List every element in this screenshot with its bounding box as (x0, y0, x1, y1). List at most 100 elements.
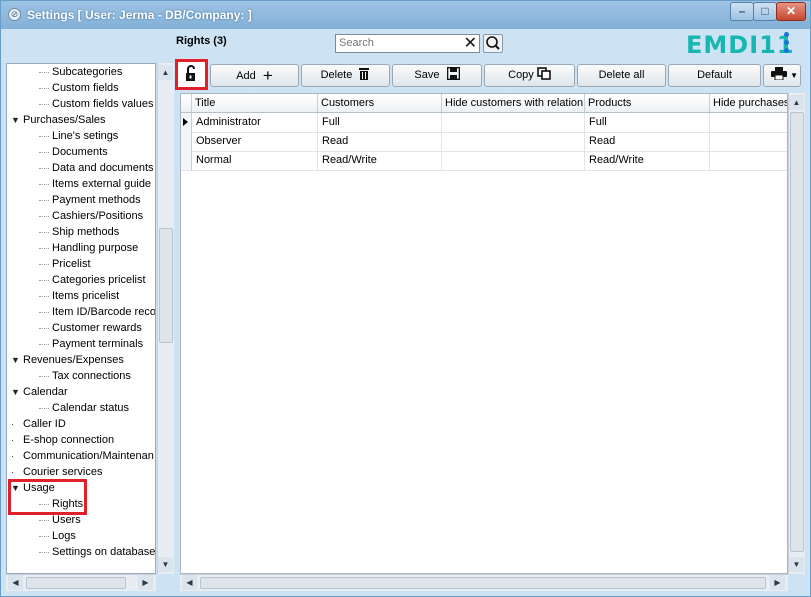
tree-item[interactable]: Pricelist (39, 256, 91, 272)
cell-customers[interactable]: Read (318, 132, 442, 151)
tree-item[interactable]: · Communication/Maintenan (11, 448, 154, 464)
title-bar[interactable]: ⊘ Settings [ User: Jerma - DB/Company: ]… (1, 1, 810, 29)
tree-item[interactable]: Customer rewards (39, 320, 142, 336)
tree-item[interactable]: · E-shop connection (11, 432, 114, 448)
tree-item[interactable]: Data and documents c (39, 160, 155, 176)
tree-scroll-thumb[interactable] (159, 228, 173, 343)
expand-chevron-icon[interactable]: ▼ (11, 384, 23, 400)
print-button[interactable]: ▼ (763, 64, 801, 87)
tree-item[interactable]: Settings on database (39, 544, 155, 560)
more-options-icon[interactable] (784, 32, 790, 56)
tree-horizontal-scrollbar[interactable]: ◀ ▶ (6, 574, 156, 591)
delete-all-button[interactable]: Delete all (577, 64, 666, 87)
cell-title[interactable]: Observer (192, 132, 318, 151)
scroll-up-arrow-icon[interactable]: ▲ (789, 95, 804, 110)
scroll-down-arrow-icon[interactable]: ▼ (158, 557, 173, 572)
save-button[interactable]: Save (392, 64, 482, 87)
copy-button[interactable]: Copy (484, 64, 575, 87)
tree-item[interactable]: ▼ Calendar (11, 384, 68, 400)
column-header-customers[interactable]: Customers (318, 94, 442, 112)
scroll-left-arrow-icon[interactable]: ◀ (8, 575, 23, 590)
cell-customers[interactable]: Read/Write (318, 151, 442, 170)
tree-item[interactable]: Handling purpose (39, 240, 138, 256)
row-selector[interactable] (181, 132, 192, 151)
tree-item[interactable]: Custom fields values (39, 96, 154, 112)
column-header-hide-purchases[interactable]: Hide purchases (710, 94, 787, 112)
cell-hide-purchases[interactable] (710, 151, 787, 170)
table-row[interactable]: Administrator Full Full (181, 113, 787, 133)
tree-item[interactable]: Line's setings (39, 128, 118, 144)
search-button[interactable] (483, 34, 503, 53)
column-header-hide-customers[interactable]: Hide customers with relation (442, 94, 585, 112)
cell-hide-customers[interactable] (442, 151, 585, 170)
row-selector[interactable] (181, 151, 192, 170)
tree-item[interactable]: Payment methods (39, 192, 141, 208)
tree-item[interactable]: Items pricelist (39, 288, 119, 304)
scroll-down-arrow-icon[interactable]: ▼ (789, 557, 804, 572)
tree-item[interactable]: Ship methods (39, 224, 119, 240)
tree-connector-icon (39, 327, 49, 329)
tree-connector-icon (39, 375, 49, 377)
search-input[interactable] (336, 35, 460, 51)
tree-item[interactable]: Cashiers/Positions (39, 208, 143, 224)
cell-products[interactable]: Read (585, 132, 710, 151)
cell-title[interactable]: Normal (192, 151, 318, 170)
search-box[interactable]: ✕ (335, 34, 480, 53)
tree-item[interactable]: ▼ Purchases/Sales (11, 112, 106, 128)
tree-item[interactable]: Subcategories (39, 64, 122, 80)
cell-products[interactable]: Read/Write (585, 151, 710, 170)
cell-hide-customers[interactable] (442, 113, 585, 132)
default-button[interactable]: Default (668, 64, 761, 87)
tree-item[interactable]: Logs (39, 528, 76, 544)
table-vertical-scrollbar[interactable]: ▲ ▼ (788, 93, 805, 574)
tree-item[interactable]: Item ID/Barcode recog (39, 304, 155, 320)
tree-item[interactable]: Categories pricelist (39, 272, 146, 288)
delete-button[interactable]: Delete (301, 64, 390, 87)
expand-chevron-icon[interactable]: ▼ (11, 352, 23, 368)
row-selector[interactable] (181, 113, 192, 132)
print-dropdown-icon[interactable]: ▼ (790, 65, 798, 86)
tree-item[interactable]: Payment terminals (39, 336, 143, 352)
table-row[interactable]: Observer Read Read (181, 132, 787, 152)
clear-search-icon[interactable]: ✕ (464, 35, 477, 52)
tree-item-label: E-shop connection (23, 434, 115, 446)
tree-connector-icon: · (11, 435, 14, 445)
expand-chevron-icon[interactable]: ▼ (11, 112, 23, 128)
table-scroll-thumb[interactable] (790, 112, 804, 552)
tree-item[interactable]: Items external guide (39, 176, 151, 192)
cell-customers[interactable]: Full (318, 113, 442, 132)
tree-item[interactable]: Documents (39, 144, 108, 160)
tree-connector-icon (39, 311, 49, 313)
tree-item[interactable]: Tax connections (39, 368, 131, 384)
tree-vertical-scrollbar[interactable]: ▲ ▼ (157, 63, 174, 574)
cell-hide-customers[interactable] (442, 132, 585, 151)
cell-hide-purchases[interactable] (710, 113, 787, 132)
tree-connector-icon (39, 87, 49, 89)
tree-item-label: Payment methods (52, 194, 141, 206)
scroll-right-arrow-icon[interactable]: ▶ (770, 575, 785, 590)
tree-item[interactable]: · Courier services (11, 464, 102, 480)
copy-icon (537, 67, 551, 80)
close-button[interactable]: ✕ (776, 2, 806, 21)
scroll-left-arrow-icon[interactable]: ◀ (182, 575, 197, 590)
cell-hide-purchases[interactable] (710, 132, 787, 151)
tree-hscroll-thumb[interactable] (26, 577, 126, 589)
tree-item[interactable]: Custom fields (39, 80, 119, 96)
tree-connector-icon (39, 151, 49, 153)
scroll-right-arrow-icon[interactable]: ▶ (138, 575, 153, 590)
column-header-products[interactable]: Products (585, 94, 710, 112)
column-header-title[interactable]: Title (192, 94, 318, 112)
tree-item[interactable]: Calendar status (39, 400, 129, 416)
scroll-up-arrow-icon[interactable]: ▲ (158, 65, 173, 80)
lock-button[interactable] (175, 59, 208, 90)
maximize-button[interactable]: □ (753, 2, 777, 21)
tree-item[interactable]: ▼ Revenues/Expenses (11, 352, 124, 368)
minimize-button[interactable]: – (730, 2, 754, 21)
add-button[interactable]: Add + (210, 64, 299, 87)
tree-item[interactable]: · Caller ID (11, 416, 66, 432)
table-row[interactable]: Normal Read/Write Read/Write (181, 151, 787, 171)
cell-title[interactable]: Administrator (192, 113, 318, 132)
cell-products[interactable]: Full (585, 113, 710, 132)
table-horizontal-scrollbar[interactable]: ◀ ▶ (180, 574, 788, 591)
table-hscroll-thumb[interactable] (200, 577, 766, 589)
